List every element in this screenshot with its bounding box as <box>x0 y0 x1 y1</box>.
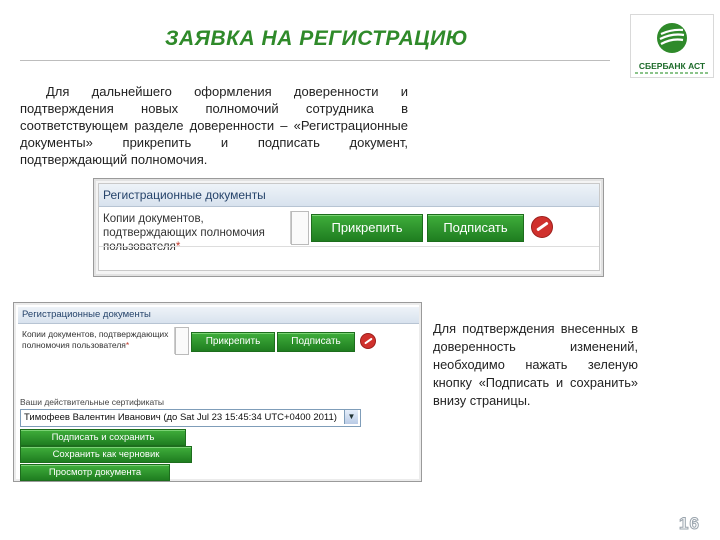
preview-document-button[interactable]: Просмотр документа <box>20 464 170 481</box>
sign-button[interactable]: Подписать <box>277 332 355 352</box>
sberbank-logo-icon <box>657 23 687 53</box>
field-controls: Прикрепить Подписать <box>174 327 417 355</box>
certificates-label: Ваши действительные сертификаты <box>20 397 165 407</box>
attach-button[interactable]: Прикрепить <box>191 332 275 352</box>
save-draft-button[interactable]: Сохранить как черновик <box>20 446 192 463</box>
chevron-down-icon[interactable]: ▼ <box>344 410 358 424</box>
delete-icon[interactable] <box>531 216 553 238</box>
required-mark: * <box>175 241 181 253</box>
field-controls: Прикрепить Подписать <box>290 211 597 245</box>
required-mark: * <box>125 340 130 350</box>
file-indicator <box>291 211 309 245</box>
field-label: Копии документов, подтверждающих полномо… <box>103 213 265 253</box>
file-indicator <box>175 327 189 355</box>
certificate-select[interactable]: Тимофеев Валентин Иванович (до Sat Jul 2… <box>20 409 361 427</box>
sberbank-logo: СБЕРБАНК АСТ <box>630 14 714 78</box>
title-divider <box>20 60 610 61</box>
section-header: Регистрационные документы <box>99 184 599 207</box>
sign-and-save-button[interactable]: Подписать и сохранить <box>20 429 186 446</box>
sign-button[interactable]: Подписать <box>427 214 524 242</box>
delete-icon[interactable] <box>360 333 376 349</box>
row-divider <box>99 246 599 247</box>
attach-button[interactable]: Прикрепить <box>311 214 423 242</box>
logo-text: СБЕРБАНК АСТ <box>638 61 706 71</box>
screenshot-frame: Регистрационные документы Копии документ… <box>98 183 600 271</box>
page-number: 16 <box>679 514 700 534</box>
page-title: ЗАЯВКА НА РЕГИСТРАЦИЮ <box>165 27 469 50</box>
registration-documents-screenshot: Регистрационные документы Копии документ… <box>93 178 604 277</box>
instruction-paragraph-2: Для подтверждения внесенных в довереннос… <box>433 321 638 408</box>
logo-underline <box>635 72 709 74</box>
section-header: Регистрационные документы <box>18 307 419 324</box>
field-label: Копии документов, подтверждающих полномо… <box>22 329 169 350</box>
instruction-paragraph-1: Для дальнейшего оформления доверенности … <box>20 84 408 167</box>
sign-and-save-screenshot: Регистрационные документы Копии документ… <box>13 302 422 482</box>
